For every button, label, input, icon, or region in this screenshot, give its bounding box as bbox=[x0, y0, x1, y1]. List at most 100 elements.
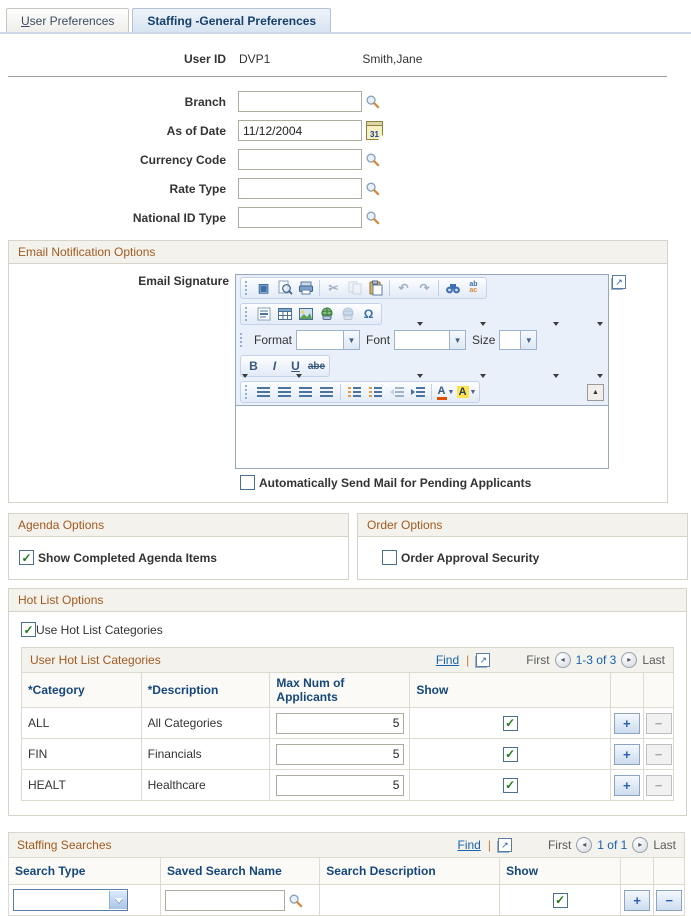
insert-link-icon[interactable] bbox=[317, 305, 336, 323]
toolbar-chevron-icon[interactable] bbox=[597, 322, 603, 326]
toolbar-drag-handle[interactable] bbox=[245, 281, 249, 295]
remove-row-button[interactable]: − bbox=[645, 712, 672, 734]
toolbar-chevron-icon[interactable] bbox=[242, 374, 248, 378]
toolbar-chevron-icon[interactable] bbox=[296, 374, 302, 378]
show-checkbox[interactable] bbox=[502, 746, 518, 762]
max-num-input[interactable] bbox=[276, 712, 405, 734]
show-checkbox[interactable] bbox=[502, 715, 518, 731]
expand-grid-icon[interactable] bbox=[497, 838, 512, 852]
size-label: Size bbox=[472, 333, 496, 347]
first-label: First bbox=[526, 653, 550, 667]
numbered-list-icon[interactable] bbox=[345, 383, 364, 401]
add-row-button[interactable]: + bbox=[613, 743, 640, 765]
toolbar-chevron-icon[interactable] bbox=[480, 322, 486, 326]
bullet-list-icon[interactable] bbox=[366, 383, 385, 401]
toolbar-chevron-icon[interactable] bbox=[417, 322, 423, 326]
show-checkbox[interactable] bbox=[502, 777, 518, 793]
toolbar-chevron-icon[interactable] bbox=[553, 322, 559, 326]
font-dropdown[interactable]: ▼ bbox=[394, 330, 467, 350]
remove-row-button[interactable]: − bbox=[645, 743, 672, 765]
insert-image-icon[interactable] bbox=[296, 305, 315, 323]
max-num-input[interactable] bbox=[276, 774, 405, 796]
remove-row-button[interactable]: − bbox=[656, 889, 683, 911]
use-hot-list-categories-checkbox[interactable] bbox=[21, 622, 36, 637]
expand-editor-icon[interactable] bbox=[612, 275, 626, 289]
max-num-input[interactable] bbox=[276, 743, 405, 765]
indent-icon[interactable] bbox=[408, 383, 427, 401]
saved-search-lookup-icon[interactable] bbox=[288, 893, 303, 908]
find-link[interactable]: Find bbox=[457, 838, 480, 852]
search-type-select[interactable] bbox=[13, 889, 128, 911]
as-of-date-input[interactable] bbox=[238, 120, 362, 141]
underline-icon[interactable]: U bbox=[286, 357, 305, 375]
copy-icon[interactable] bbox=[345, 279, 364, 297]
national-id-type-label: National ID Type bbox=[132, 210, 226, 225]
font-color-icon[interactable]: A ▼ bbox=[436, 383, 455, 401]
next-page-icon[interactable]: ▸ bbox=[621, 652, 638, 668]
rate-type-lookup-icon[interactable] bbox=[365, 181, 380, 196]
table-row: ALL All Categories + − bbox=[21, 707, 675, 739]
special-character-icon[interactable]: Ω bbox=[359, 305, 378, 323]
align-center-icon[interactable] bbox=[275, 383, 294, 401]
previous-page-icon[interactable]: ◂ bbox=[554, 652, 571, 668]
remove-row-button[interactable]: − bbox=[645, 774, 672, 796]
horizontal-rule-icon[interactable] bbox=[254, 305, 273, 323]
add-row-button[interactable]: + bbox=[613, 774, 640, 796]
tab-user-preferences[interactable]: User Preferences bbox=[6, 8, 130, 32]
size-dropdown[interactable]: ▼ bbox=[499, 330, 538, 350]
insert-table-icon[interactable] bbox=[275, 305, 294, 323]
toolbar-chevron-icon[interactable] bbox=[417, 374, 423, 378]
rate-type-input[interactable] bbox=[238, 178, 362, 199]
select-all-icon[interactable]: ▣ bbox=[254, 279, 273, 297]
preview-icon[interactable] bbox=[275, 279, 294, 297]
toolbar-chevron-icon[interactable] bbox=[480, 374, 486, 378]
remove-link-icon[interactable] bbox=[338, 305, 357, 323]
branch-lookup-icon[interactable] bbox=[365, 94, 380, 109]
outdent-icon[interactable] bbox=[387, 383, 406, 401]
expand-grid-icon[interactable] bbox=[476, 653, 491, 667]
auto-send-checkbox[interactable] bbox=[240, 475, 255, 490]
saved-search-name-input[interactable] bbox=[165, 889, 286, 911]
email-signature-editor-area[interactable] bbox=[236, 405, 608, 468]
paste-icon[interactable] bbox=[366, 279, 385, 297]
print-icon[interactable] bbox=[296, 279, 315, 297]
toolbar-chevron-icon[interactable] bbox=[597, 374, 603, 378]
order-approval-security-checkbox[interactable] bbox=[382, 550, 397, 565]
currency-code-input[interactable] bbox=[238, 149, 362, 170]
row-range: 1 of 1 bbox=[597, 838, 628, 852]
cut-icon[interactable]: ✂ bbox=[324, 279, 343, 297]
highlight-color-icon[interactable]: A ▼ bbox=[456, 383, 476, 401]
toolbar-drag-handle[interactable] bbox=[240, 333, 244, 347]
previous-page-icon[interactable]: ◂ bbox=[576, 837, 593, 853]
format-dropdown[interactable]: ▼ bbox=[296, 330, 361, 350]
tab-staffing-general-preferences[interactable]: Staffing -General Preferences bbox=[132, 8, 332, 32]
show-completed-agenda-checkbox[interactable] bbox=[19, 550, 34, 565]
national-id-type-input[interactable] bbox=[238, 207, 362, 228]
add-row-button[interactable]: + bbox=[624, 889, 651, 911]
toolbar-chevron-icon[interactable] bbox=[553, 374, 559, 378]
calendar-icon[interactable]: 31 bbox=[366, 121, 383, 140]
strikethrough-icon[interactable]: abe bbox=[307, 357, 326, 375]
bold-icon[interactable]: B bbox=[244, 357, 263, 375]
currency-lookup-icon[interactable] bbox=[365, 152, 380, 167]
redo-icon[interactable]: ↷ bbox=[415, 279, 434, 297]
toolbar-drag-handle[interactable] bbox=[245, 307, 249, 321]
align-left-icon[interactable] bbox=[254, 383, 273, 401]
next-page-icon[interactable]: ▸ bbox=[632, 837, 649, 853]
replace-icon[interactable]: ab ac bbox=[464, 279, 483, 297]
col-search-type: Search Type bbox=[7, 857, 162, 885]
align-right-icon[interactable] bbox=[296, 383, 315, 401]
add-row-button[interactable]: + bbox=[613, 712, 640, 734]
branch-input[interactable] bbox=[238, 91, 362, 112]
national-id-lookup-icon[interactable] bbox=[365, 210, 380, 225]
show-checkbox[interactable] bbox=[552, 892, 568, 908]
toolbar-drag-handle[interactable] bbox=[245, 385, 249, 399]
description-cell: Financials bbox=[140, 738, 271, 770]
undo-icon[interactable]: ↶ bbox=[394, 279, 413, 297]
find-link[interactable]: Find bbox=[436, 653, 459, 667]
justify-icon[interactable] bbox=[317, 383, 336, 401]
italic-icon[interactable]: I bbox=[265, 357, 284, 375]
toolbar-collapse-icon[interactable]: ▲ bbox=[587, 383, 604, 401]
find-icon[interactable] bbox=[443, 279, 462, 297]
col-search-description: Search Description bbox=[319, 857, 501, 885]
